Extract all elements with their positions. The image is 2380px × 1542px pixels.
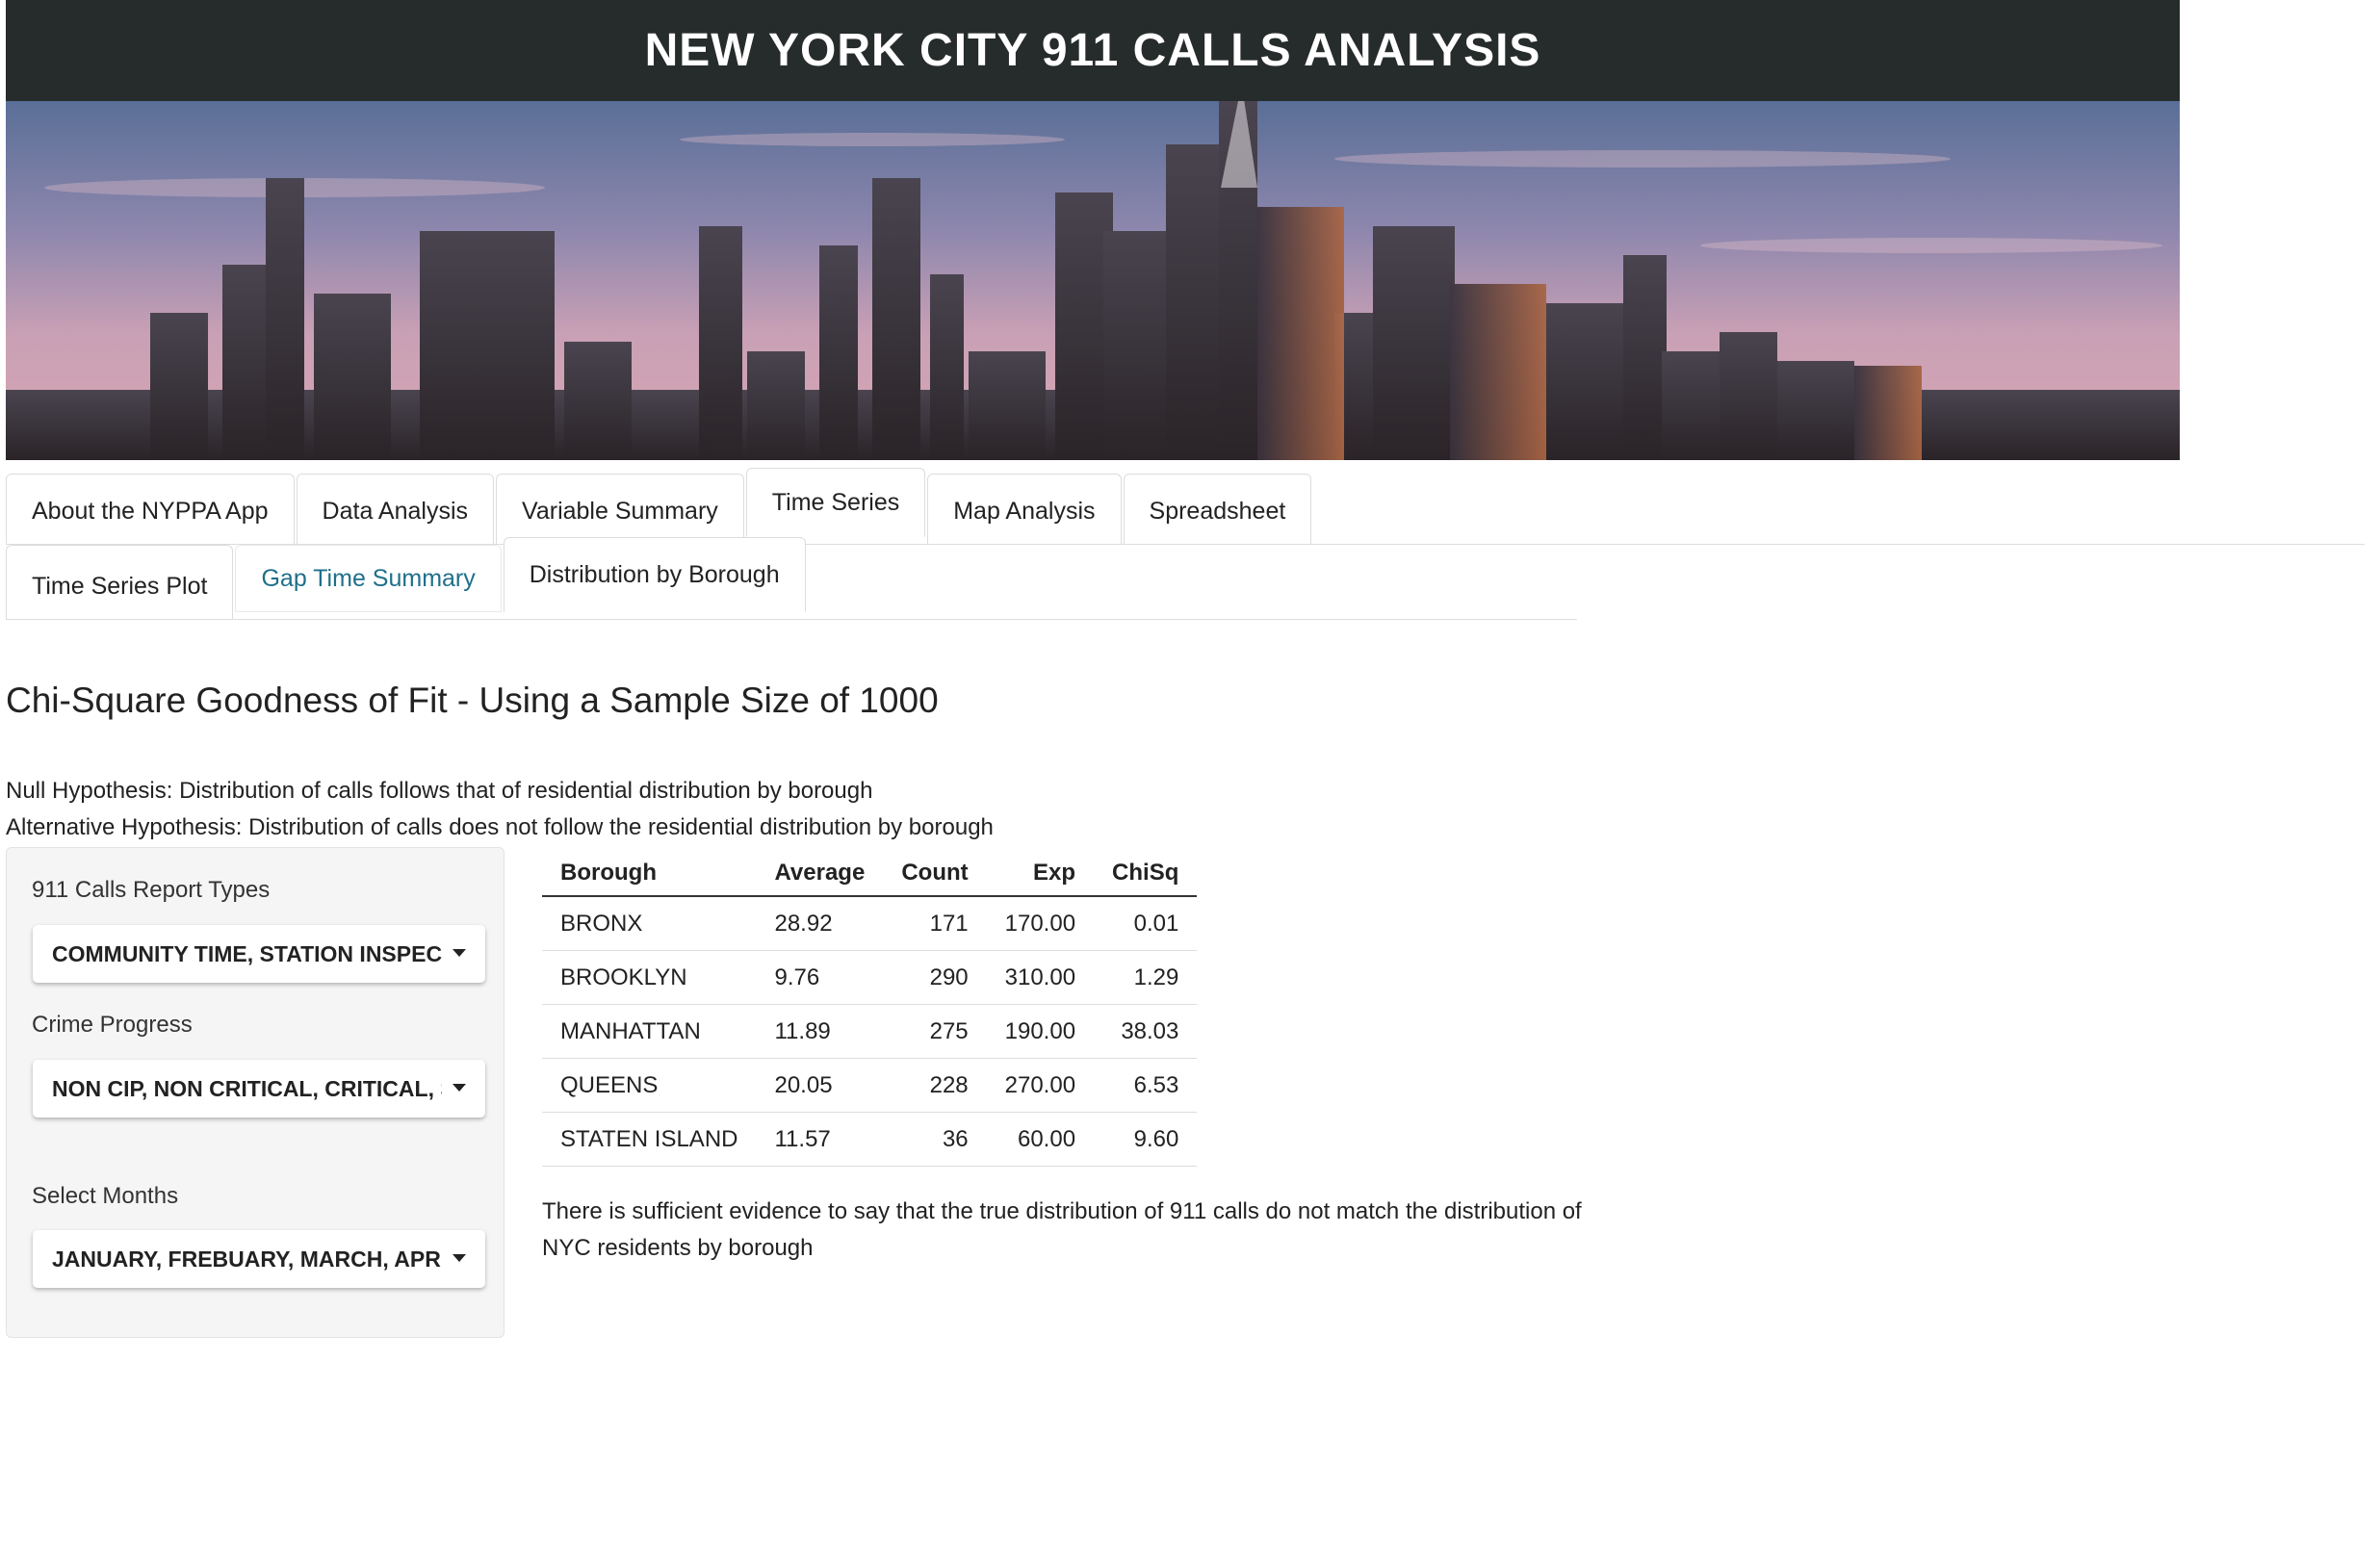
- cell-borough: MANHATTAN: [542, 1004, 757, 1059]
- tab-data-analysis[interactable]: Data Analysis: [296, 474, 495, 545]
- column-header-chisq: ChiSq: [1094, 851, 1198, 897]
- cell-count: 36: [883, 1112, 987, 1167]
- select-months-select[interactable]: JANUARY, FREBUARY, MARCH, APRIL: [33, 1230, 485, 1288]
- tab-map-analysis[interactable]: Map Analysis: [927, 474, 1122, 545]
- alternative-hypothesis-text: Alternative Hypothesis: Distribution of …: [6, 814, 994, 840]
- page-title: Chi-Square Goodness of Fit - Using a Sam…: [6, 681, 939, 720]
- column-header-count: Count: [883, 851, 987, 897]
- chevron-down-icon: [453, 1084, 466, 1092]
- cell-exp: 190.00: [986, 1004, 1095, 1059]
- cell-average: 11.57: [756, 1112, 884, 1167]
- cell-average: 11.89: [756, 1004, 884, 1059]
- cell-borough: QUEENS: [542, 1058, 757, 1113]
- table-row: STATEN ISLAND 11.57 36 60.00 9.60: [542, 1112, 1198, 1167]
- table-row: BRONX 28.92 171 170.00 0.01: [542, 896, 1198, 951]
- tab-variable-summary[interactable]: Variable Summary: [496, 474, 744, 545]
- select-months-value: JANUARY, FREBUARY, MARCH, APRIL: [52, 1246, 442, 1272]
- cell-chisq: 9.60: [1094, 1112, 1198, 1167]
- chevron-down-icon: [453, 949, 466, 957]
- report-types-select[interactable]: COMMUNITY TIME, STATION INSPECTION: [33, 925, 485, 983]
- crime-progress-label: Crime Progress: [32, 1012, 193, 1038]
- cell-average: 28.92: [756, 896, 884, 951]
- chi-square-table: Borough Average Count Exp ChiSq BRONX 28…: [542, 851, 1198, 1167]
- report-types-value: COMMUNITY TIME, STATION INSPECTION: [52, 940, 442, 966]
- cell-chisq: 6.53: [1094, 1058, 1198, 1113]
- table-row: BROOKLYN 9.76 290 310.00 1.29: [542, 950, 1198, 1005]
- cell-borough: BRONX: [542, 896, 757, 951]
- cell-exp: 170.00: [986, 896, 1095, 951]
- cell-average: 20.05: [756, 1058, 884, 1113]
- column-header-borough: Borough: [542, 851, 757, 897]
- nyc-skyline-banner-image: [6, 101, 2180, 460]
- table-row: QUEENS 20.05 228 270.00 6.53: [542, 1058, 1198, 1113]
- crime-progress-value: NON CIP, NON CRITICAL, CRITICAL, SERIOUS: [52, 1075, 442, 1101]
- cell-borough: BROOKLYN: [542, 950, 757, 1005]
- filter-sidebar-panel: 911 Calls Report Types COMMUNITY TIME, S…: [6, 847, 504, 1338]
- null-hypothesis-text: Null Hypothesis: Distribution of calls f…: [6, 778, 873, 804]
- tab-about[interactable]: About the NYPPA App: [6, 474, 295, 545]
- cell-count: 228: [883, 1058, 987, 1113]
- cell-exp: 60.00: [986, 1112, 1095, 1167]
- select-months-label: Select Months: [32, 1183, 179, 1209]
- tab-time-series-plot[interactable]: Time Series Plot: [6, 545, 234, 620]
- cell-count: 290: [883, 950, 987, 1005]
- cell-borough: STATEN ISLAND: [542, 1112, 757, 1167]
- app-title: NEW YORK CITY 911 CALLS ANALYSIS: [6, 0, 2180, 101]
- table-row: MANHATTAN 11.89 275 190.00 38.03: [542, 1004, 1198, 1059]
- cell-count: 275: [883, 1004, 987, 1059]
- conclusion-text: There is sufficient evidence to say that…: [542, 1198, 1582, 1261]
- tab-gap-time-summary[interactable]: Gap Time Summary: [235, 545, 502, 612]
- tab-time-series[interactable]: Time Series: [745, 468, 926, 537]
- main-tab-bar: About the NYPPA App Data Analysis Variab…: [6, 468, 1313, 545]
- report-types-label: 911 Calls Report Types: [32, 877, 271, 903]
- cell-exp: 310.00: [986, 950, 1095, 1005]
- cell-exp: 270.00: [986, 1058, 1095, 1113]
- table-header-row: Borough Average Count Exp ChiSq: [542, 851, 1198, 897]
- cell-chisq: 38.03: [1094, 1004, 1198, 1059]
- tab-distribution-by-borough[interactable]: Distribution by Borough: [503, 537, 806, 612]
- column-header-exp: Exp: [986, 851, 1095, 897]
- cell-chisq: 0.01: [1094, 896, 1198, 951]
- cell-count: 171: [883, 896, 987, 951]
- crime-progress-select[interactable]: NON CIP, NON CRITICAL, CRITICAL, SERIOUS: [33, 1060, 485, 1118]
- column-header-average: Average: [756, 851, 884, 897]
- chevron-down-icon: [453, 1254, 466, 1262]
- tab-spreadsheet[interactable]: Spreadsheet: [1123, 474, 1312, 545]
- sub-tab-bar: Time Series Plot Gap Time Summary Distri…: [6, 537, 808, 620]
- cell-average: 9.76: [756, 950, 884, 1005]
- cell-chisq: 1.29: [1094, 950, 1198, 1005]
